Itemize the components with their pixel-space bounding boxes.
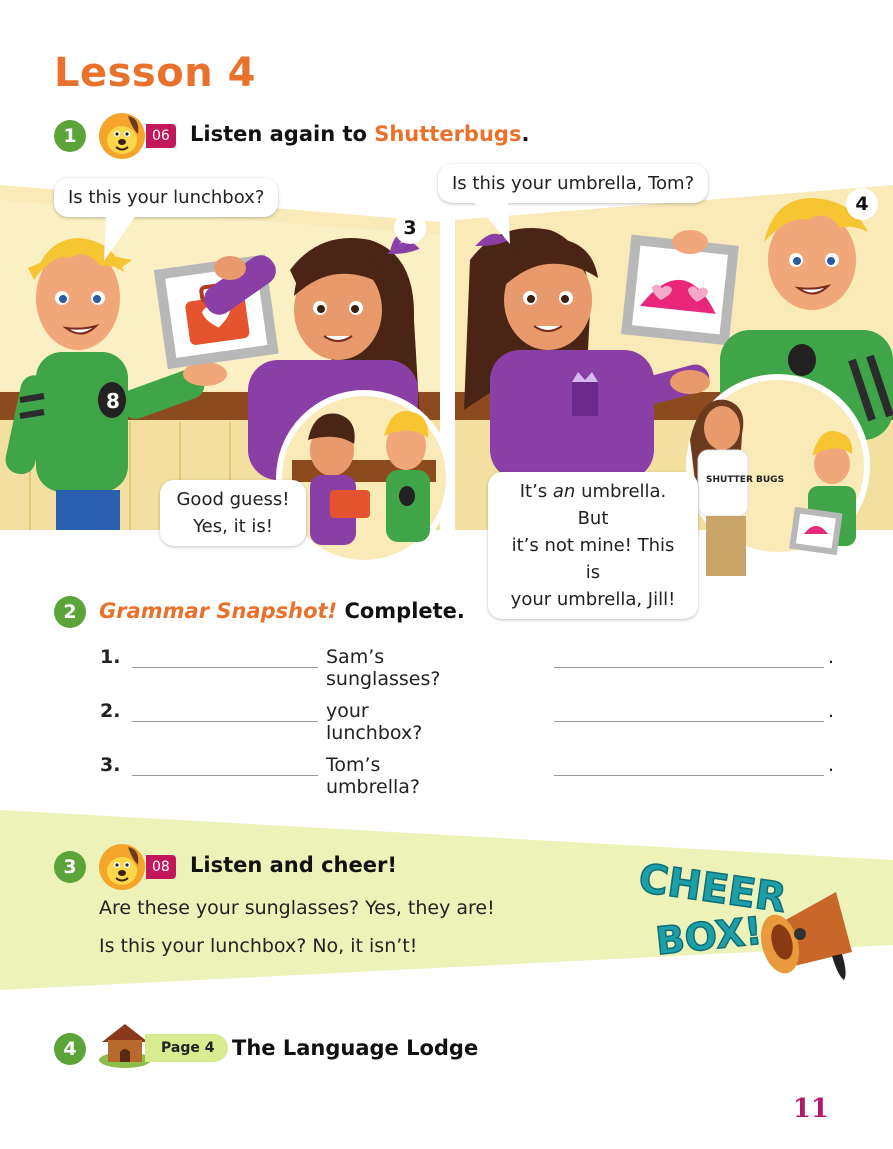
exercise-period: . [828, 754, 835, 776]
cheer-line-2: Is this your lunchbox? No, it isn’t! [99, 935, 418, 957]
bubble-4-text-a: It’s [519, 481, 553, 502]
answer-blank-start[interactable] [132, 754, 318, 776]
answer-blank-end[interactable] [554, 646, 824, 668]
activity-2-number: 2 [54, 596, 86, 628]
exercise-text: your lunchbox? [326, 700, 423, 744]
exercise-period: . [828, 700, 835, 722]
shutterbugs-link: Shutterbugs [374, 122, 522, 146]
speech-bubble-2: Good guess! Yes, it is! [160, 480, 306, 546]
answer-blank-start[interactable] [132, 700, 318, 722]
activity-1-period: . [521, 122, 530, 146]
speech-bubble-3: Is this your umbrella, Tom? [438, 164, 709, 203]
cheer-line-1: Are these your sunglasses? Yes, they are… [99, 897, 495, 919]
bubble-4-line-3: your umbrella, Jill! [510, 589, 676, 610]
track-badge-08: 08 [146, 855, 176, 879]
page-number: 11 [792, 1094, 829, 1124]
bubble-2-line-1: Good guess! [176, 489, 290, 510]
exercise-number: 3. [100, 754, 121, 776]
exercise-period: . [828, 646, 835, 668]
bubble-4-line-1: It’s an umbrella. But [502, 478, 684, 532]
answer-blank-end[interactable] [554, 700, 824, 722]
audio-dog-icon[interactable] [98, 112, 146, 160]
megaphone-icon [760, 892, 852, 980]
track-badge-06: 06 [146, 124, 176, 148]
activity-1-heading: Listen again to Shutterbugs. [190, 122, 529, 146]
panel-3-number: 3 [394, 212, 426, 244]
exercise-number: 1. [100, 646, 121, 668]
activity-3-number: 3 [54, 851, 86, 883]
comic-strip: 8 SHUTTER BUGS Is this your lunchbox? 3 … [0, 160, 893, 619]
activity-2-instruction: Complete. [337, 599, 465, 623]
tom-shirt-number: 8 [106, 389, 120, 413]
bubble-2-line-2: Yes, it is! [193, 516, 273, 537]
exercise-text: Tom’s umbrella? [326, 754, 420, 798]
activity-1-text: Listen again to [190, 122, 375, 146]
bubble-4-text-b: umbrella. But [575, 481, 667, 529]
audio-dog-icon[interactable] [98, 843, 146, 891]
panel-4-number: 4 [846, 188, 878, 220]
speech-bubble-4: It’s an umbrella. But it’s not mine! Thi… [488, 472, 698, 619]
cheer-word-2: BOX! [654, 909, 765, 964]
lodge-page-badge: Page 4 [145, 1034, 229, 1062]
bubble-4-emphasis: an [552, 481, 576, 502]
activity-2-heading: Grammar Snapshot! Complete. [99, 599, 465, 623]
activity-1-number: 1 [54, 120, 86, 152]
lesson-title: Lesson 4 [54, 50, 256, 96]
shirt-logo: SHUTTER BUGS [706, 475, 784, 485]
language-lodge-title: The Language Lodge [232, 1036, 479, 1060]
exercise-text: Sam’s sunglasses? [326, 646, 441, 690]
bubble-1-tail [104, 215, 136, 261]
grammar-snapshot-title: Grammar Snapshot! [99, 599, 338, 623]
exercise-number: 2. [100, 700, 121, 722]
activity-4-number: 4 [54, 1033, 86, 1065]
bubble-4-line-2: it’s not mine! This is [511, 535, 675, 583]
activity-3-heading: Listen and cheer! [190, 853, 397, 877]
speech-bubble-1: Is this your lunchbox? [54, 178, 279, 217]
answer-blank-end[interactable] [554, 754, 824, 776]
bubble-3-tail [472, 200, 510, 244]
answer-blank-start[interactable] [132, 646, 318, 668]
lodge-house-icon[interactable] [98, 1020, 152, 1068]
